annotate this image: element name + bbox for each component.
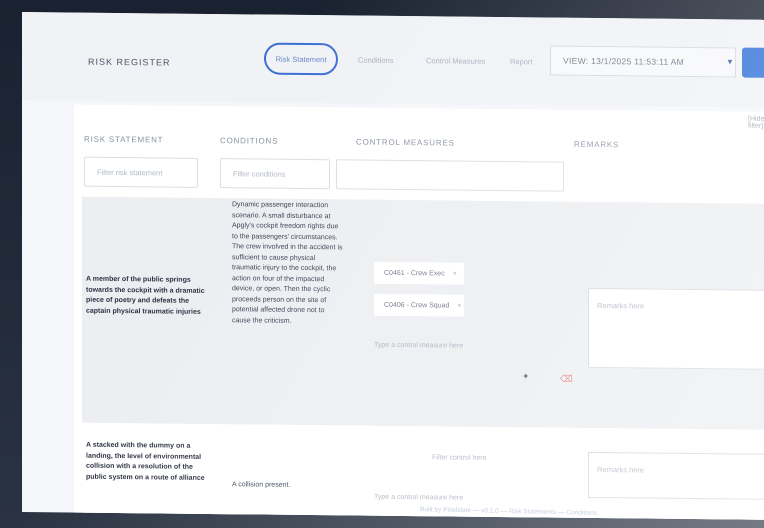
risk-filter-input[interactable]: Filter risk statement (84, 156, 198, 188)
close-icon[interactable]: × (457, 302, 461, 309)
view-selector[interactable]: VIEW: 13/1/2025 11:53:11 AM (550, 45, 736, 78)
chevron-down-icon[interactable]: ▼ (726, 57, 734, 66)
column-header-risk-statement: RISK STATEMENT (84, 134, 164, 145)
hide-filter-link[interactable]: [Hide filter] (748, 116, 764, 130)
conditions-filter-input[interactable]: Filter conditions (220, 158, 330, 190)
risk-statement-cell: A stacked with the dummy on a landing, t… (86, 441, 205, 482)
tab-report[interactable]: Report (510, 57, 533, 66)
risk-table-card: [Hide filter] RISK STATEMENT CONDITIONS … (74, 104, 764, 520)
tab-risk-statement[interactable]: Risk Statement (264, 42, 338, 76)
action-button[interactable] (742, 47, 764, 78)
remarks-textarea[interactable]: Remarks here (588, 451, 764, 501)
add-control-input[interactable]: Type a control measure here (374, 342, 463, 350)
control-chip-label: C0461 - Crew Exec (384, 269, 445, 277)
risk-statement-cell: A member of the public springs towards t… (86, 275, 205, 316)
column-header-remarks: REMARKS (574, 139, 620, 150)
control-chip[interactable]: C0406 - Crew Squad × (374, 293, 464, 317)
conditions-cell: A collision present. (232, 481, 291, 489)
column-header-conditions: CONDITIONS (220, 136, 279, 146)
control-placeholder: Filter control here (432, 454, 487, 462)
add-control-input[interactable]: Type a control measure here (374, 494, 463, 502)
view-selector-label: VIEW: 13/1/2025 11:53:11 AM (563, 55, 685, 67)
conditions-cell: Dynamic passenger interaction scenario. … (232, 201, 343, 325)
table-row: A member of the public springs towards t… (82, 196, 764, 430)
column-header-control-measures: CONTROL MEASURES (356, 137, 455, 148)
top-bar: RISK REGISTER Risk Statement Conditions … (22, 12, 764, 108)
tab-conditions[interactable]: Conditions (358, 56, 393, 65)
control-chip[interactable]: C0461 - Crew Exec × (374, 261, 464, 285)
app-title: RISK REGISTER (88, 56, 171, 68)
trash-icon[interactable]: ⌫ (560, 374, 573, 385)
controls-filter-input[interactable] (336, 159, 564, 192)
remarks-textarea[interactable]: Remarks here (588, 287, 764, 371)
control-chip-label: C0406 - Crew Squad (384, 301, 450, 309)
app-screen: RISK REGISTER Risk Statement Conditions … (22, 12, 764, 520)
wand-icon[interactable]: ✦ (522, 371, 530, 382)
tab-control-measures[interactable]: Control Measures (426, 56, 485, 66)
close-icon[interactable]: × (453, 270, 457, 277)
